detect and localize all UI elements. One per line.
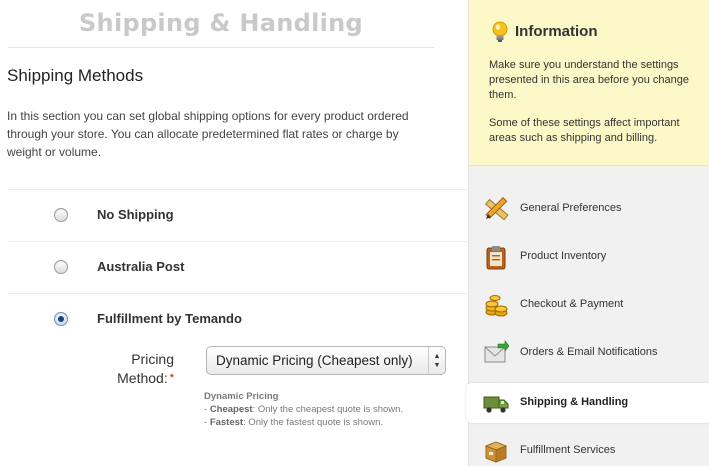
required-marker: * (169, 372, 174, 384)
envelope-icon (484, 340, 509, 363)
coins-icon (485, 295, 508, 317)
sidebar: Information Make sure you understand the… (466, 0, 709, 466)
info-title: Information (515, 23, 598, 40)
help-text: : Only the cheapest quote is shown. (252, 404, 404, 415)
option-label[interactable]: No Shipping (97, 207, 174, 222)
select-arrows-icon: ▲ ▼ (428, 347, 445, 374)
truck-icon (483, 396, 509, 413)
main-content: Shipping & Handling Shipping Methods In … (0, 0, 468, 466)
nav-item-shipping-handling[interactable]: Shipping & Handling (466, 383, 709, 423)
nav-item-orders-email[interactable]: Orders & Email Notifications (469, 329, 709, 377)
shipping-option-no-shipping[interactable]: No Shipping (0, 189, 468, 241)
info-paragraph: Make sure you understand the settings pr… (489, 59, 689, 101)
help-item: - Cheapest: Only the cheapest quote is s… (204, 404, 404, 415)
box-icon (484, 441, 508, 463)
help-title: Dynamic Pricing (204, 391, 279, 402)
section-title: Shipping Methods (7, 66, 144, 85)
nav-label: Shipping & Handling (520, 396, 629, 408)
pricing-method-label: Pricing Method: * (100, 350, 174, 388)
nav-item-general-preferences[interactable]: General Preferences (469, 185, 709, 233)
shipping-option-australia-post[interactable]: Australia Post (0, 241, 468, 293)
nav-label: General Preferences (520, 202, 622, 214)
pricing-method-label-text: Pricing Method: (117, 351, 174, 386)
nav-item-checkout-payment[interactable]: Checkout & Payment (469, 281, 709, 329)
page-title: Shipping & Handling (78, 9, 364, 37)
info-panel: Information Make sure you understand the… (469, 0, 709, 166)
nav-label: Orders & Email Notifications (520, 346, 658, 358)
pricing-help: Dynamic Pricing - Cheapest: Only the che… (204, 390, 403, 429)
radio-temando[interactable] (54, 312, 68, 326)
section-description: In this section you can set global shipp… (7, 109, 409, 159)
option-label[interactable]: Fulfillment by Temando (97, 311, 242, 326)
lightbulb-icon (492, 21, 508, 42)
clipboard-icon (486, 246, 506, 270)
pricing-method-select[interactable]: Dynamic Pricing (Cheapest only) ▲ ▼ (206, 346, 446, 375)
help-item: - Fastest: Only the fastest quote is sho… (204, 417, 384, 428)
nav-label: Fulfillment Services (520, 444, 616, 456)
help-term: Cheapest (209, 404, 253, 415)
info-paragraph: Some of these settings affect important … (489, 117, 680, 144)
pencil-ruler-icon (484, 196, 509, 221)
nav-item-fulfillment-services[interactable]: Fulfillment Services (469, 427, 709, 466)
nav-item-product-inventory[interactable]: Product Inventory (469, 233, 709, 281)
shipping-option-temando[interactable]: Fulfillment by Temando (0, 293, 468, 345)
help-text: : Only the fastest quote is shown. (243, 417, 384, 428)
help-term: Fastest (209, 417, 244, 428)
pricing-method-value: Dynamic Pricing (Cheapest only) (216, 353, 413, 368)
radio-no-shipping[interactable] (54, 208, 68, 222)
nav-label: Checkout & Payment (520, 298, 624, 310)
option-label[interactable]: Australia Post (97, 259, 184, 274)
nav-label: Product Inventory (520, 250, 607, 262)
title-divider (8, 47, 434, 48)
radio-australia-post[interactable] (54, 260, 68, 274)
